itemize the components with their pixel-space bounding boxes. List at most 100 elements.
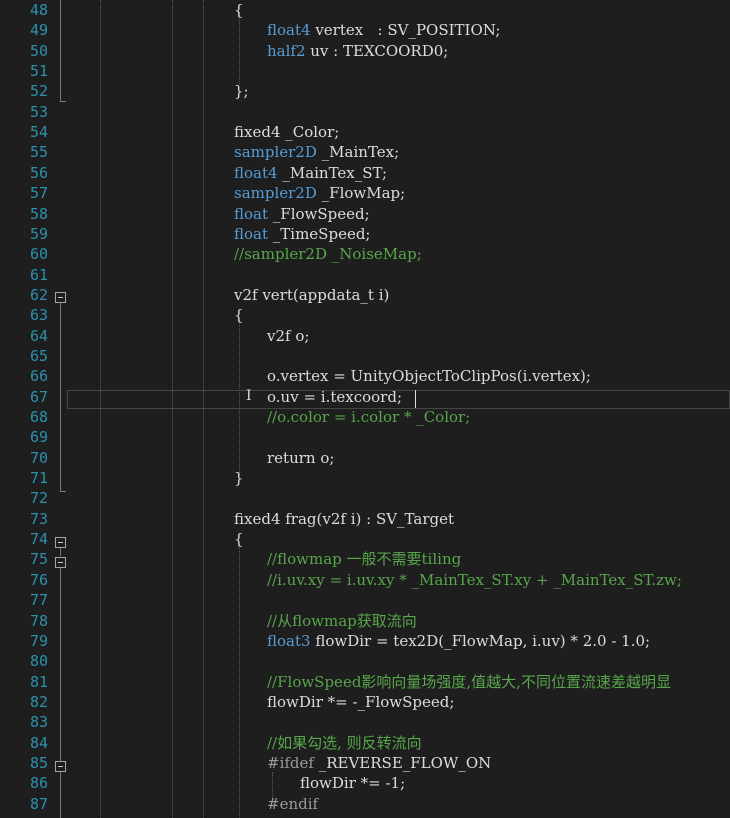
line-number: 55 xyxy=(29,143,48,162)
line-number: 63 xyxy=(29,306,48,325)
code-line[interactable]: half2 uv : TEXCOORD0; xyxy=(267,41,448,61)
code-line[interactable]: { xyxy=(234,529,244,549)
collapse-minus-icon[interactable] xyxy=(55,557,66,568)
code-line[interactable]: //如果勾选, 则反转流向 xyxy=(267,733,422,753)
code-line[interactable]: #ifdef _REVERSE_FLOW_ON xyxy=(267,753,491,773)
code-line[interactable]: flowDir *= -1; xyxy=(300,773,405,793)
code-line[interactable]: o.vertex = UnityObjectToClipPos(i.vertex… xyxy=(267,366,591,386)
code-text: flowDir *= -_FlowSpeed; xyxy=(267,692,455,711)
fold-line xyxy=(60,0,61,102)
code-line[interactable]: flowDir *= -_FlowSpeed; xyxy=(267,692,454,712)
code-line[interactable]: sampler2D _MainTex; xyxy=(234,142,399,162)
code-editor[interactable]: 48 49 50 51 52 53 54 55 56 57 58 59 60 61 62 63 64 65 66 67… xyxy=(0,0,730,818)
indent-guide xyxy=(239,12,240,84)
code-text: _TimeSpeed; xyxy=(268,224,371,243)
line-number: 64 xyxy=(29,326,48,345)
code-text: { xyxy=(234,1,244,19)
code-line[interactable]: #endif xyxy=(267,794,318,814)
code-line[interactable]: return o; xyxy=(267,448,334,468)
code-text: _MainTex; xyxy=(316,143,400,162)
code-line[interactable]: //FlowSpeed影响向量场强度,值越大,不同位置流速差越明显 xyxy=(267,672,671,692)
line-number: 67 xyxy=(29,387,48,406)
line-number: 62 xyxy=(29,285,48,304)
line-number: 81 xyxy=(29,672,48,691)
code-line[interactable]: fixed4 frag(v2f i) : SV_Target xyxy=(234,509,454,529)
code-keyword: sampler2D xyxy=(234,143,317,162)
line-number: 58 xyxy=(29,204,48,223)
line-number: 69 xyxy=(29,428,48,447)
line-number: 74 xyxy=(29,530,48,549)
code-line[interactable]: sampler2D _FlowMap; xyxy=(234,183,405,203)
code-keyword: float4 xyxy=(267,21,311,40)
code-line[interactable]: float3 flowDir = tex2D(_FlowMap, i.uv) *… xyxy=(267,631,650,651)
code-line[interactable]: } xyxy=(234,468,244,488)
line-number: 82 xyxy=(29,692,48,711)
code-comment: //如果勾选, 则反转流向 xyxy=(267,733,422,752)
line-number: 75 xyxy=(29,550,48,569)
code-line[interactable]: //从flowmap获取流向 xyxy=(267,611,417,631)
line-number: 78 xyxy=(29,611,48,630)
code-line[interactable]: }; xyxy=(234,81,249,101)
code-keyword: float4 xyxy=(234,163,278,182)
line-number: 65 xyxy=(29,346,48,365)
fold-end-tick xyxy=(60,101,66,102)
line-number: 87 xyxy=(29,794,48,813)
code-text: flowDir = tex2D(_FlowMap, i.uv) * 2.0 - … xyxy=(310,631,651,650)
code-line[interactable]: o.uv = i.texcoord; xyxy=(267,387,402,407)
code-text: _MainTex_ST; xyxy=(277,163,388,182)
code-line[interactable]: //flowmap 一般不需要tiling xyxy=(267,549,461,569)
code-text: v2f o; xyxy=(267,326,310,345)
code-text: { xyxy=(234,306,244,325)
code-comment: //o.color = i.color * _Color; xyxy=(267,408,471,426)
code-keyword: float xyxy=(234,204,269,223)
code-line[interactable]: float _FlowSpeed; xyxy=(234,204,370,224)
code-text: _FlowSpeed; xyxy=(268,204,370,223)
code-line[interactable]: float4 vertex : SV_POSITION; xyxy=(267,20,500,40)
line-number: 56 xyxy=(29,163,48,182)
code-line[interactable]: { xyxy=(234,305,244,325)
code-comment: //i.uv.xy = i.uv.xy * _MainTex_ST.xy + _… xyxy=(267,570,682,589)
collapse-minus-icon[interactable] xyxy=(55,537,66,548)
code-line[interactable]: fixed4 _Color; xyxy=(234,122,339,142)
code-text: { xyxy=(234,530,244,549)
code-keyword: float xyxy=(234,224,269,243)
line-number: 70 xyxy=(29,448,48,467)
line-number: 57 xyxy=(29,184,48,203)
code-text: } xyxy=(234,469,244,488)
code-line[interactable]: v2f o; xyxy=(267,326,309,346)
line-number: 72 xyxy=(29,489,48,508)
code-line[interactable]: //o.color = i.color * _Color; xyxy=(267,407,470,427)
line-number: 60 xyxy=(29,245,48,264)
code-line[interactable]: v2f vert(appdata_t i) xyxy=(234,285,389,305)
code-line[interactable]: { xyxy=(234,0,244,20)
code-text: vertex : SV_POSITION; xyxy=(310,21,501,40)
line-number: 66 xyxy=(29,367,48,386)
collapse-minus-icon[interactable] xyxy=(55,292,66,303)
indent-guide xyxy=(172,0,173,818)
line-number: 59 xyxy=(29,224,48,243)
indent-guide xyxy=(203,0,204,818)
indent-guide xyxy=(100,0,101,818)
code-line[interactable]: //sampler2D _NoiseMap; xyxy=(234,244,422,264)
fold-line xyxy=(60,302,61,492)
line-number: 61 xyxy=(29,265,48,284)
code-text: }; xyxy=(234,82,249,101)
code-text: return o; xyxy=(267,448,335,467)
code-line[interactable]: float _TimeSpeed; xyxy=(234,224,370,244)
fold-line xyxy=(60,772,61,818)
code-text: flowDir *= -1; xyxy=(300,774,406,793)
text-caret xyxy=(415,390,416,408)
line-number: 48 xyxy=(29,1,48,19)
line-number: 79 xyxy=(29,631,48,650)
code-keyword: float3 xyxy=(267,631,311,650)
collapse-minus-icon[interactable] xyxy=(55,761,66,772)
code-text: _REVERSE_FLOW_ON xyxy=(313,753,492,772)
code-line[interactable]: //i.uv.xy = i.uv.xy * _MainTex_ST.xy + _… xyxy=(267,570,682,590)
code-line[interactable]: float4 _MainTex_ST; xyxy=(234,163,387,183)
line-number: 83 xyxy=(29,713,48,732)
code-text: _FlowMap; xyxy=(316,184,406,203)
line-number: 68 xyxy=(29,408,48,426)
line-number: 54 xyxy=(29,123,48,142)
fold-line xyxy=(60,548,61,556)
line-number: 86 xyxy=(29,774,48,793)
